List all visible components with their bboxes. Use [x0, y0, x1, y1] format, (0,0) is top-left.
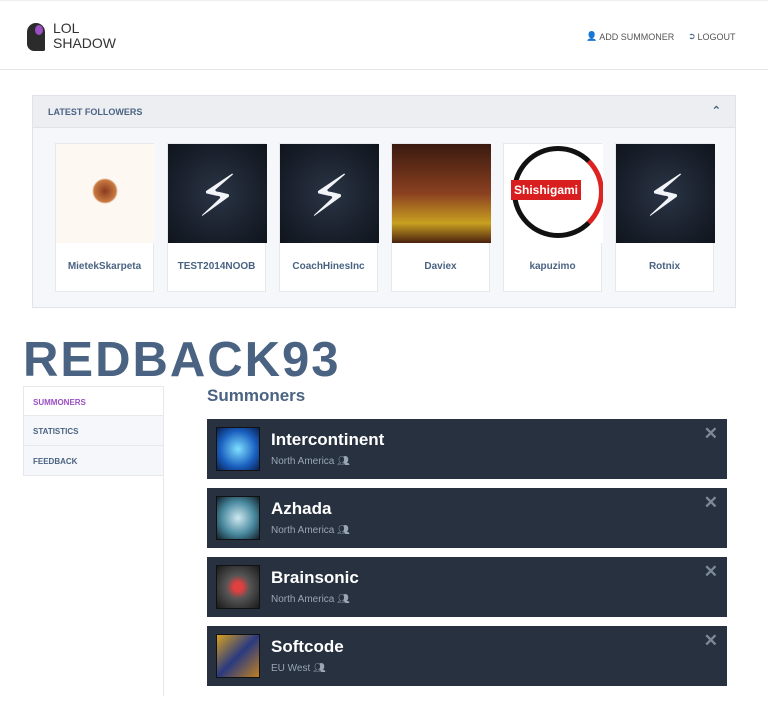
summoner-region: North America 👥︎	[271, 456, 350, 467]
avatar-logo-text: Shishigami	[511, 180, 582, 200]
close-icon[interactable]: ✕	[704, 493, 718, 513]
follower-avatar	[56, 144, 155, 243]
summoner-icon	[216, 565, 260, 609]
top-navbar: LOL SHADOW 👤 ADD SUMMONER ➲ LOGOUT	[0, 0, 768, 70]
follower-name: Rotnix	[648, 261, 681, 272]
chevron-up-icon[interactable]: ⌃	[712, 104, 721, 117]
close-icon[interactable]: ✕	[704, 562, 718, 582]
follower-card[interactable]: Shishigami kapuzimo	[503, 143, 603, 292]
close-icon[interactable]: ✕	[704, 631, 718, 651]
summoner-icon	[216, 427, 260, 471]
summoner-icon	[216, 496, 260, 540]
follower-name: Daviex	[424, 261, 457, 272]
follower-card[interactable]: ⚡︎ Rotnix	[615, 143, 715, 292]
users-icon: 👥︎	[337, 525, 350, 536]
profile-username: REDBACK93	[23, 333, 341, 387]
panel-header[interactable]: LATEST FOLLOWERS ⌃	[33, 96, 735, 128]
summoner-name: Brainsonic	[271, 568, 359, 587]
users-icon: 👥︎	[313, 663, 326, 674]
section-title: Summoners	[207, 386, 306, 405]
summoner-name: Softcode	[271, 637, 344, 656]
summoner-region: EU West 👥︎	[271, 663, 326, 674]
sidebar-item-feedback[interactable]: FEEDBACK	[23, 446, 164, 476]
summoner-name: Intercontinent	[271, 430, 385, 449]
follower-avatar: ⚡︎	[280, 144, 379, 243]
sidebar: SUMMONERS STATISTICS FEEDBACK	[23, 386, 164, 476]
add-summoner-label: ADD SUMMONER	[599, 31, 675, 42]
follower-card[interactable]: ⚡︎ CoachHinesInc	[279, 143, 379, 292]
follower-avatar: ⚡︎	[616, 144, 715, 243]
sidebar-item-summoners[interactable]: SUMMONERS	[23, 386, 164, 416]
logout-label: LOGOUT	[697, 31, 736, 42]
follower-name: MietekSkarpeta	[67, 261, 142, 272]
logout-link[interactable]: ➲ LOGOUT	[688, 31, 736, 42]
summoner-row[interactable]: Azhada North America 👥︎ ✕	[207, 488, 727, 548]
summoner-row[interactable]: Intercontinent North America 👥︎ ✕	[207, 419, 727, 479]
divider	[163, 386, 164, 696]
logo-text-line2: SHADOW	[53, 35, 116, 51]
follower-card[interactable]: Daviex	[391, 143, 491, 292]
follower-name: CoachHinesInc	[292, 261, 365, 272]
summoner-region: North America 👥︎	[271, 594, 350, 605]
add-summoner-link[interactable]: 👤 ADD SUMMONER	[586, 31, 674, 42]
panel-title: LATEST FOLLOWERS	[48, 107, 143, 117]
follower-card[interactable]: MietekSkarpeta	[55, 143, 155, 292]
users-icon: 👥︎	[337, 594, 350, 605]
summoner-row[interactable]: Brainsonic North America 👥︎ ✕	[207, 557, 727, 617]
follower-avatar: Shishigami	[504, 144, 603, 243]
sidebar-item-statistics[interactable]: STATISTICS	[23, 416, 164, 446]
summoner-icon	[216, 634, 260, 678]
follower-name: kapuzimo	[529, 261, 576, 272]
summoner-region: North America 👥︎	[271, 525, 350, 536]
logo-text-line1: LOL	[53, 20, 80, 36]
latest-followers-panel: LATEST FOLLOWERS ⌃ MietekSkarpeta ⚡︎ TEST…	[32, 95, 736, 308]
follower-avatar	[392, 144, 491, 243]
follower-card[interactable]: ⚡︎ TEST2014NOOB	[167, 143, 267, 292]
logo-icon	[25, 21, 51, 51]
follower-name: TEST2014NOOB	[177, 261, 256, 272]
logo[interactable]: LOL SHADOW	[25, 21, 116, 51]
summoner-row[interactable]: Softcode EU West 👥︎ ✕	[207, 626, 727, 686]
follower-avatar: ⚡︎	[168, 144, 267, 243]
summoner-name: Azhada	[271, 499, 332, 518]
close-icon[interactable]: ✕	[704, 424, 718, 444]
add-user-icon: 👤	[586, 31, 598, 41]
users-icon: 👥︎	[337, 456, 350, 467]
logout-icon: ➲	[688, 31, 696, 41]
